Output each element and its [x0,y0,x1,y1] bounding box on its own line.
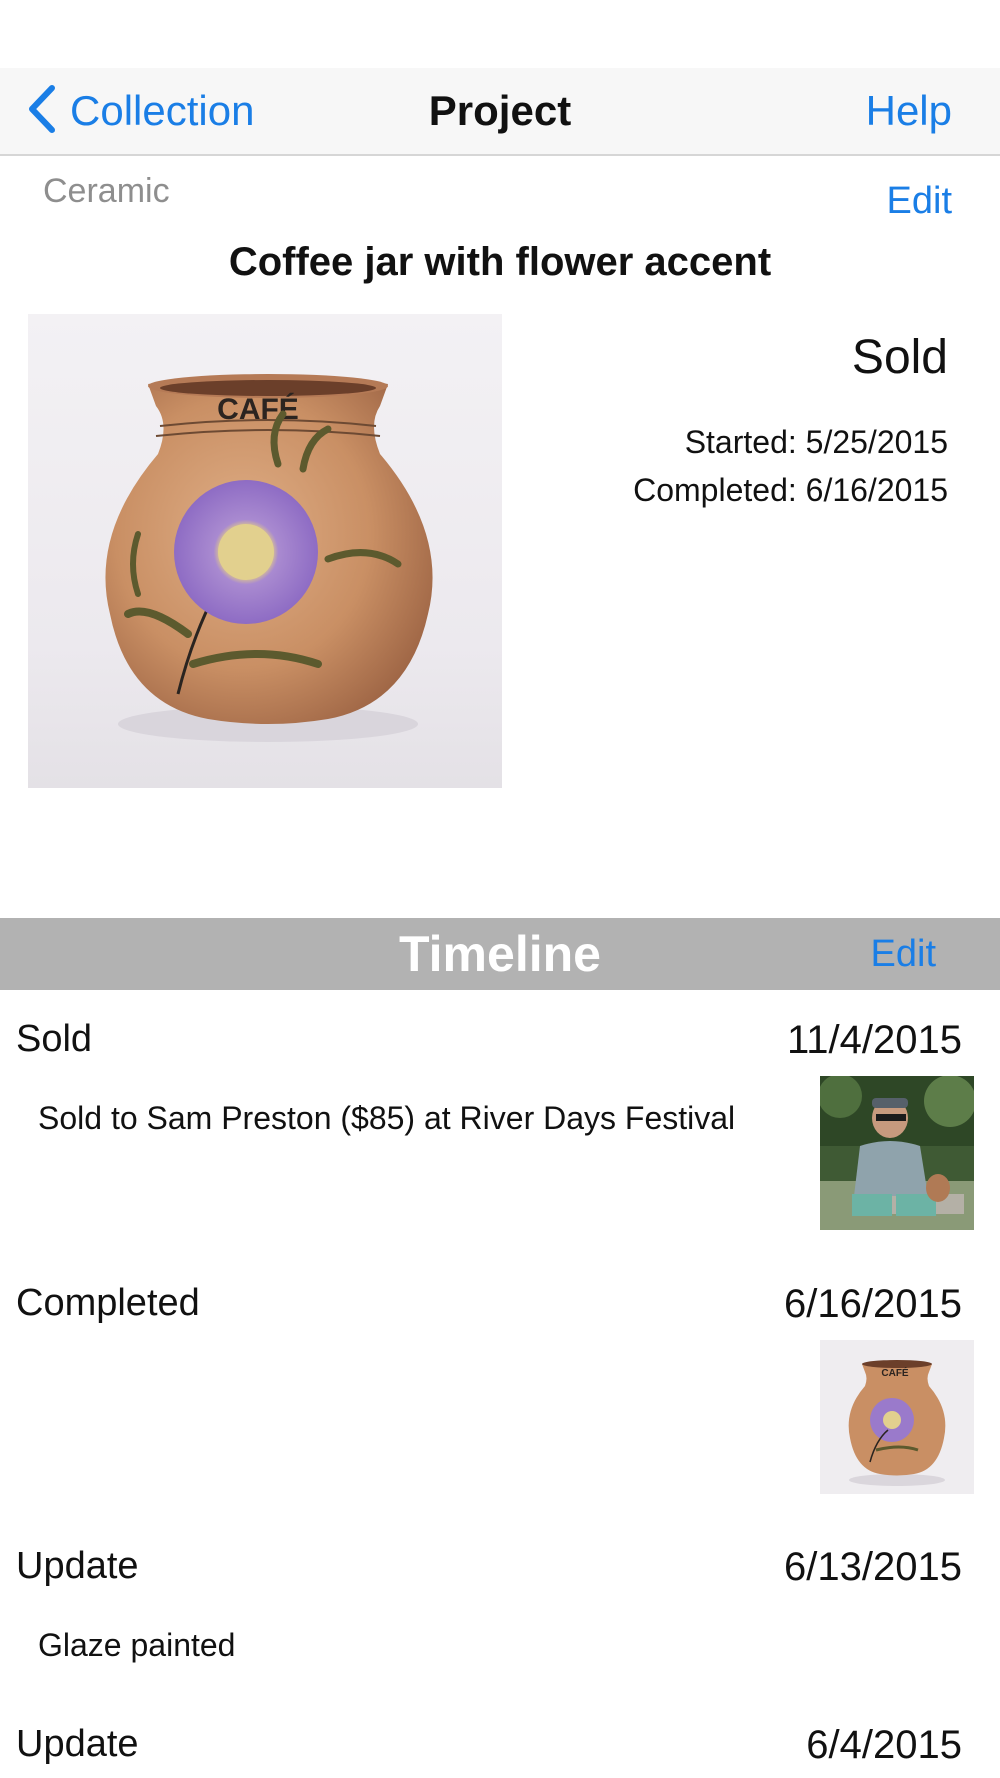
project-title: Coffee jar with flower accent [228,240,772,284]
category-label: Ceramic [43,172,170,210]
edit-project-button[interactable]: Edit [887,180,952,223]
chevron-left-icon [26,84,60,139]
jar-image: CAFÉ [105,374,433,742]
entry-date: 11/4/2015 [787,1018,962,1062]
project-photo[interactable]: CAFÉ [28,314,502,788]
entry-type: Sold [16,1018,93,1060]
jar-photo: CAFÉ [820,1340,974,1494]
completed-date: Completed: 6/16/2015 [633,472,948,508]
timeline-header: Timeline Edit [0,918,1000,990]
entry-date: 6/13/2015 [784,1545,962,1589]
entry-note: Glaze painted [38,1627,236,1663]
timeline-entry[interactable]: Update 6/4/2015 [0,1723,1000,1778]
jar-photo-thumbnail[interactable]: CAFÉ [820,1340,974,1494]
project-screen: Collection Project Help Ceramic Edit Cof… [0,0,1000,1778]
jar-label-text: CAFÉ [217,392,299,426]
entry-date: 6/4/2015 [806,1723,962,1767]
buyer-photo-thumbnail[interactable] [820,1076,974,1230]
entry-type: Completed [16,1282,200,1324]
timeline-entry[interactable]: Update 6/13/2015 Glaze painted [0,1545,1000,1675]
timeline-entry[interactable]: Sold 11/4/2015 Sold to Sam Preston ($85)… [0,1018,1000,1230]
jar-thumb-text: CAFÉ [881,1366,909,1379]
back-button-label: Collection [70,87,255,134]
back-button[interactable]: Collection [26,68,254,154]
entry-type: Update [16,1723,139,1765]
entry-type: Update [16,1545,139,1587]
help-button[interactable]: Help [866,68,952,154]
buyer-photo [820,1076,974,1230]
edit-timeline-button[interactable]: Edit [871,918,936,990]
navigation-bar: Collection Project Help [0,68,1000,156]
timeline-title: Timeline [399,926,601,982]
timeline-entry[interactable]: Completed 6/16/2015 CAFÉ [0,1282,1000,1494]
status-label: Sold [851,331,948,384]
started-date: Started: 5/25/2015 [684,424,948,460]
entry-date: 6/16/2015 [784,1282,962,1326]
entry-note: Sold to Sam Preston ($85) at River Days … [38,1100,736,1136]
